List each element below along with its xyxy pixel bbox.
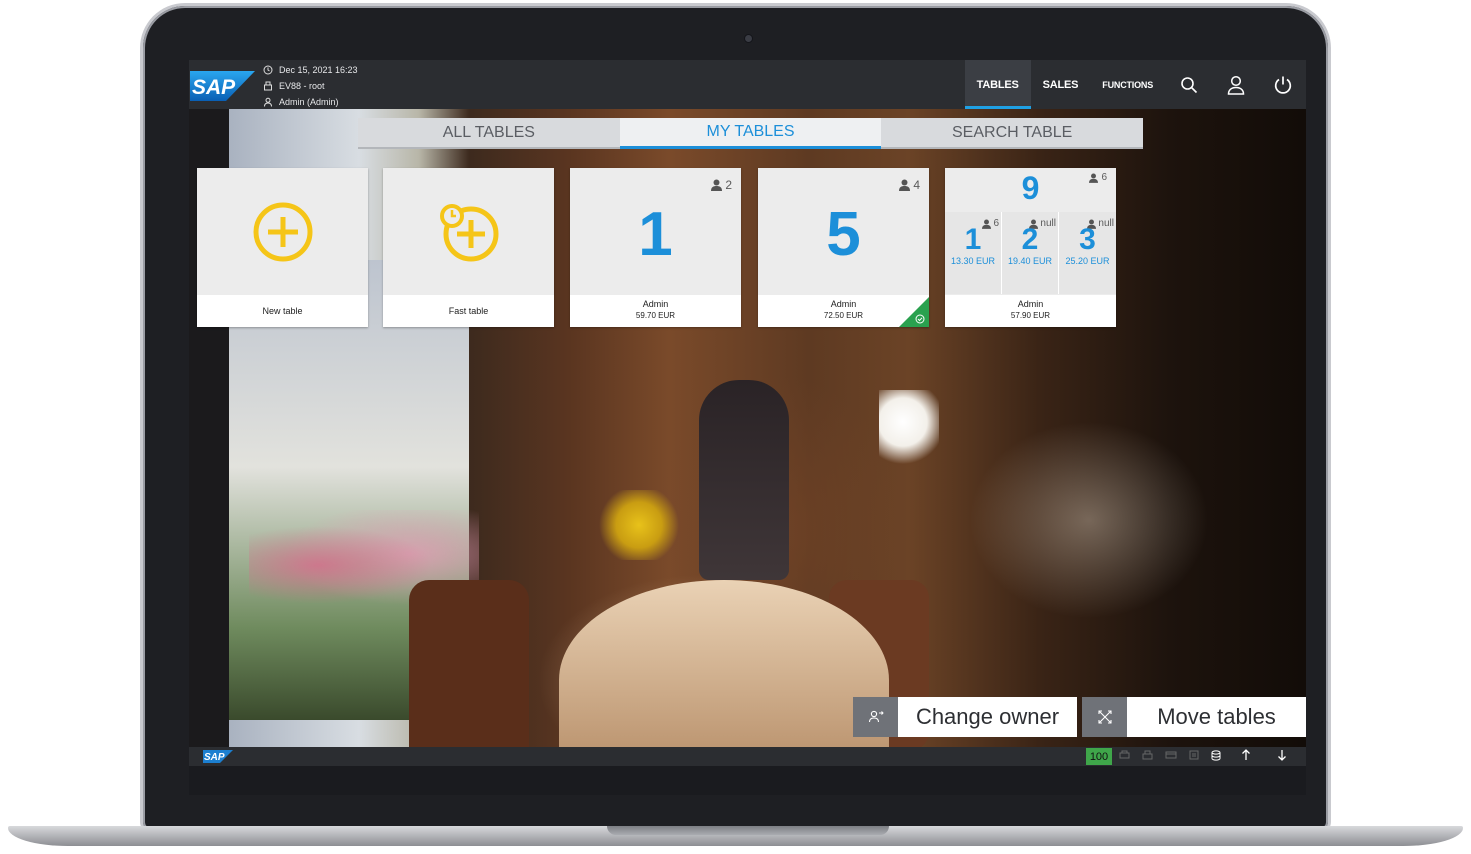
- subtable-amount: 19.40 EUR: [1007, 256, 1053, 266]
- subtable-amount: 25.20 EUR: [1065, 256, 1110, 266]
- button-label: Move tables: [1157, 704, 1276, 729]
- status-icons: [1119, 749, 1287, 761]
- plus-circle-icon: [253, 202, 312, 262]
- person-icon: [899, 179, 911, 191]
- check-icon: [915, 314, 925, 324]
- nav-tab-label: SALES: [1042, 78, 1079, 91]
- table-tile-5[interactable]: 4 5 Admin 72.50 EUR: [758, 168, 929, 327]
- seat-count: 2: [711, 178, 732, 192]
- subtable-number: 1: [964, 223, 982, 256]
- tab-search-table[interactable]: SEARCH TABLE: [881, 118, 1144, 149]
- table-amount: 59.70 EUR: [635, 311, 676, 320]
- button-label: Change owner: [915, 704, 1060, 729]
- tile-label: Fast table: [383, 295, 554, 327]
- table-owner: Admin: [642, 299, 669, 309]
- move-tables-button[interactable]: Move tables: [1082, 697, 1306, 737]
- table-number: 5: [826, 200, 861, 269]
- group-header: 9 6: [945, 168, 1116, 212]
- camera: [745, 35, 752, 42]
- table-tile-1[interactable]: 2 1 Admin 59.70 EUR: [570, 168, 741, 327]
- session-info: Dec 15, 2021 16:23 EV88 - root Admin (Ad…: [263, 62, 358, 110]
- nav-tab-tables[interactable]: TABLES: [964, 60, 1031, 109]
- main-nav: TABLES SALES FUNCTIONS: [964, 60, 1306, 109]
- table-number: 1: [638, 200, 673, 269]
- subtable-number: 2: [1021, 223, 1039, 256]
- card-icon: [1165, 750, 1177, 760]
- nav-tab-functions[interactable]: FUNCTIONS: [1090, 60, 1165, 109]
- nav-tab-label: TABLES: [976, 78, 1019, 91]
- tab-label: ALL TABLES: [442, 123, 535, 141]
- subtable-1[interactable]: 6 1 13.30 EUR: [945, 212, 1002, 294]
- sap-small-logo: SAP: [203, 750, 233, 763]
- subtable-number: 3: [1079, 223, 1096, 256]
- table-owner: Admin: [1017, 299, 1044, 309]
- tile-footer: Admin 57.90 EUR: [945, 295, 1116, 327]
- nav-tab-sales[interactable]: SALES: [1031, 60, 1091, 109]
- seat-count-text: 6: [1101, 172, 1107, 183]
- fast-table-tile[interactable]: Fast table: [383, 168, 554, 327]
- seat-count-text: 4: [913, 178, 920, 192]
- change-owner-button[interactable]: Change owner: [853, 697, 1077, 737]
- clock-icon: [263, 65, 273, 75]
- status-bar: SAP 100: [189, 747, 1306, 766]
- drawer-icon: [1142, 750, 1153, 760]
- tab-all-tables[interactable]: ALL TABLES: [358, 118, 620, 149]
- clock-plus-icon: [439, 204, 498, 262]
- nav-tab-label: FUNCTIONS: [1102, 79, 1153, 90]
- user-text: Admin (Admin): [279, 97, 339, 107]
- background-yellow-flowers: [594, 490, 684, 560]
- table-group-tile-9[interactable]: 9 6 6 1 13.30 EUR null 2 19.40 EUR null …: [945, 168, 1116, 327]
- subtable-3[interactable]: null 3 25.20 EUR: [1059, 212, 1116, 294]
- tile-footer: Admin 59.70 EUR: [570, 295, 741, 327]
- svg-text:SAP: SAP: [192, 76, 236, 99]
- background-dining-table: [559, 580, 889, 766]
- terminal-text: EV88 - root: [279, 81, 325, 91]
- table-amount: 57.90 EUR: [1010, 311, 1051, 320]
- arrow-up-icon[interactable]: [1241, 749, 1251, 761]
- search-icon[interactable]: [1165, 60, 1212, 109]
- power-icon[interactable]: [1259, 60, 1306, 109]
- background-waitress: [699, 380, 789, 580]
- tab-label: SEARCH TABLE: [952, 123, 1073, 141]
- counter-badge: 100: [1086, 748, 1112, 765]
- top-bar: SAP Dec 15, 2021 16:23 EV88 - root Admin…: [189, 60, 1306, 109]
- laptop-bezel: [189, 766, 1306, 795]
- table-filter-tabs: ALL TABLES MY TABLES SEARCH TABLE: [358, 118, 1144, 149]
- subtable-2[interactable]: null 2 19.40 EUR: [1002, 212, 1059, 294]
- tab-label: MY TABLES: [706, 123, 795, 140]
- person-icon: [263, 97, 273, 107]
- screen: SAP Dec 15, 2021 16:23 EV88 - root Admin…: [189, 60, 1306, 766]
- arrow-down-icon[interactable]: [1277, 749, 1287, 761]
- person-icon: [711, 179, 723, 191]
- scanner-icon: [1189, 750, 1199, 760]
- sap-logo: SAP: [190, 71, 255, 101]
- background-chair: [409, 580, 529, 766]
- person-icon: [1089, 173, 1099, 183]
- seat-count: 4: [899, 178, 920, 192]
- tab-my-tables[interactable]: MY TABLES: [619, 118, 882, 149]
- user-icon[interactable]: [1212, 60, 1259, 109]
- svg-text:SAP: SAP: [204, 752, 225, 763]
- laptop-notch: [607, 826, 889, 835]
- new-table-tile[interactable]: New table: [197, 168, 368, 327]
- database-icon: [1211, 749, 1221, 761]
- background-orchid: [879, 390, 939, 470]
- seat-count-text: 2: [725, 178, 732, 192]
- register-icon: [263, 81, 273, 91]
- datetime-text: Dec 15, 2021 16:23: [279, 65, 358, 75]
- change-owner-icon: [853, 697, 898, 737]
- tile-label: New table: [197, 295, 368, 327]
- seat-count: 6: [1089, 172, 1107, 183]
- printer-icon: [1119, 750, 1130, 760]
- move-icon: [1082, 697, 1127, 737]
- subtable-amount: 13.30 EUR: [950, 256, 996, 266]
